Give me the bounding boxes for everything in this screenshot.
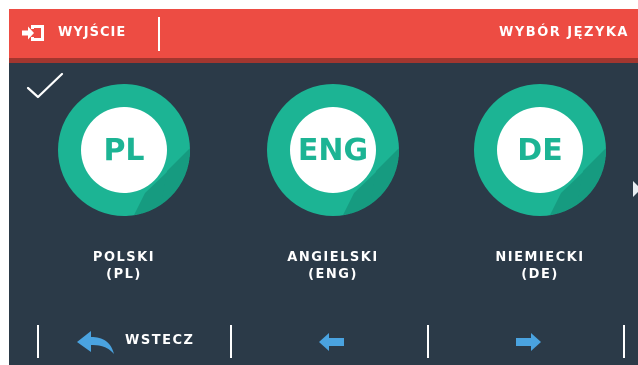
language-badge: ENG: [258, 75, 408, 225]
language-code: PL: [103, 132, 145, 168]
top-bar: WYJŚCIE WYBÓR JĘZYKA: [9, 9, 638, 58]
arrow-left-icon: [319, 333, 344, 351]
language-abbr: (ENG): [308, 267, 358, 282]
back-label: WSTECZ: [125, 333, 195, 348]
language-abbr: (DE): [521, 267, 559, 282]
exit-label: WYJŚCIE: [58, 25, 127, 40]
back-arrow-icon: [77, 331, 114, 354]
language-option-pl[interactable]: PL POLSKI (PL): [49, 75, 199, 305]
top-divider: [158, 17, 160, 51]
page-title: WYBÓR JĘZYKA: [499, 25, 629, 40]
back-button[interactable]: WSTECZ: [39, 317, 229, 365]
language-name: POLSKI (PL): [49, 249, 199, 283]
exit-button[interactable]: WYJŚCIE: [9, 9, 159, 58]
language-option-de[interactable]: DE NIEMIECKI (DE): [465, 75, 615, 305]
language-abbr: (PL): [106, 267, 142, 282]
language-code: ENG: [297, 132, 369, 168]
language-badge: DE: [465, 75, 615, 225]
language-code: DE: [517, 132, 563, 168]
next-button[interactable]: [433, 317, 623, 365]
language-option-eng[interactable]: ENG ANGIELSKI (ENG): [258, 75, 408, 305]
previous-button[interactable]: [237, 317, 427, 365]
language-badge: PL: [49, 75, 199, 225]
chevron-right-icon[interactable]: [633, 181, 638, 197]
language-selection-screen: WYJŚCIE WYBÓR JĘZYKA PL POLSKI (PL) ENG …: [9, 9, 638, 365]
bottom-divider: [623, 325, 625, 358]
bottom-divider: [427, 325, 429, 358]
language-name: NIEMIECKI (DE): [465, 249, 615, 283]
exit-door-icon: [22, 25, 44, 41]
arrow-right-icon: [516, 333, 541, 351]
bottom-bar: WSTECZ: [9, 317, 638, 365]
language-name-text: NIEMIECKI: [495, 250, 585, 265]
language-name-text: ANGIELSKI: [287, 250, 379, 265]
language-name: ANGIELSKI (ENG): [258, 249, 408, 283]
bottom-divider: [230, 325, 232, 358]
language-name-text: POLSKI: [92, 250, 156, 265]
top-bar-shadow: [9, 58, 638, 63]
